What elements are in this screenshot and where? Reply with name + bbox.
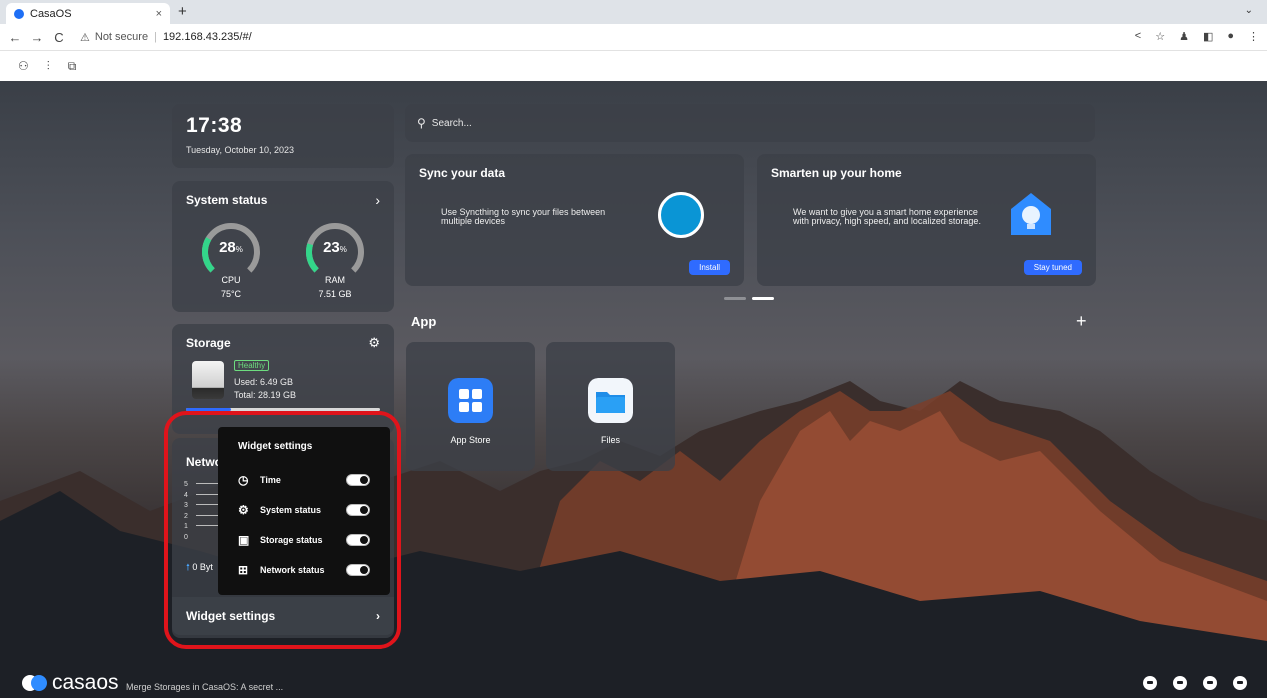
storage-used: Used: 6.49 GB: [234, 377, 294, 387]
cpu-percent: 28%: [219, 239, 243, 256]
search-icon: ⚲: [417, 116, 426, 130]
casaos-mark-icon: [22, 673, 48, 693]
ram-size: 7.51 GB: [318, 289, 352, 299]
system-status-widget: System status › 28% CPU 75°C 23% RAM 7.5…: [172, 181, 394, 312]
promo-title: Sync your data: [419, 166, 506, 180]
back-button[interactable]: ←: [4, 30, 26, 45]
folder-icon: [588, 378, 633, 423]
tab-search-button[interactable]: ⌄: [1245, 5, 1253, 16]
chat-icon[interactable]: [1233, 676, 1247, 690]
stay-tuned-button[interactable]: Stay tuned: [1023, 260, 1082, 275]
smart-home-logo-icon: [1011, 193, 1051, 235]
chevron-right-icon[interactable]: ›: [375, 192, 380, 208]
cpu-gauge: 28% CPU 75°C: [198, 219, 264, 299]
ram-percent: 23%: [323, 239, 347, 256]
terminal-icon[interactable]: ⧉: [68, 59, 77, 74]
pager-dot-active[interactable]: [752, 297, 774, 300]
app-tile-files[interactable]: Files: [546, 342, 675, 471]
app-name: Files: [600, 435, 620, 445]
carousel-pager: [724, 297, 774, 300]
storage-total: Total: 28.19 GB: [234, 390, 297, 400]
url-separator: |: [154, 31, 157, 43]
ram-gauge: 23% RAM 7.51 GB: [302, 219, 368, 299]
profile-avatar-icon[interactable]: ●: [1227, 30, 1234, 43]
browser-menu-icon[interactable]: ⋮: [1248, 30, 1259, 43]
url-field[interactable]: 192.168.43.235/#/: [163, 31, 252, 43]
clock-time: 17:38: [186, 114, 243, 137]
account-icon[interactable]: ⚇: [18, 59, 29, 73]
browser-actions: < ☆ ♟ ◧ ● ⋮: [1135, 30, 1259, 43]
syncthing-logo-icon: [658, 192, 704, 238]
install-button[interactable]: Install: [689, 260, 730, 275]
disk-drive-icon: [192, 361, 224, 399]
address-bar: ← → C ⚠ Not secure | 192.168.43.235/#/ <…: [0, 24, 1267, 51]
cpu-label: CPU: [221, 275, 241, 285]
browser-tab[interactable]: CasaOS ×: [6, 3, 170, 24]
brand-wordmark: casaos: [52, 671, 119, 694]
storage-title: Storage: [186, 336, 231, 350]
time-widget: 17:38 Tuesday, October 10, 2023: [172, 104, 394, 168]
promo-title: Smarten up your home: [771, 166, 902, 180]
sync-promo-card: Sync your data Use Syncthing to sync you…: [405, 154, 744, 286]
tab-title: CasaOS: [30, 7, 72, 20]
forward-button[interactable]: →: [26, 30, 48, 45]
github-icon[interactable]: [1203, 676, 1217, 690]
cpu-temperature: 75°C: [220, 289, 242, 299]
side-panel-icon[interactable]: ◧: [1203, 30, 1213, 43]
promo-text: We want to give you a smart home experie…: [793, 207, 981, 226]
casaos-favicon-icon: [14, 8, 24, 19]
pager-dot[interactable]: [724, 297, 746, 300]
gear-icon[interactable]: ⚙: [368, 335, 380, 351]
share-icon[interactable]: <: [1135, 30, 1141, 43]
news-link[interactable]: Merge Storages in CasaOS: A secret ...: [126, 682, 283, 692]
ram-label: RAM: [325, 275, 345, 285]
annotation-highlight: [164, 411, 401, 649]
smart-home-promo-card: Smarten up your home We want to give you…: [757, 154, 1096, 286]
app-store-icon: [448, 378, 493, 423]
add-app-button[interactable]: +: [1076, 311, 1087, 332]
browser-tabbar: CasaOS × + ⌄: [0, 0, 1267, 24]
promo-text: Use Syncthing to sync your files between…: [441, 207, 606, 226]
health-badge: Healthy: [234, 360, 270, 371]
settings-sliders-icon[interactable]: ⫶: [47, 59, 50, 74]
extensions-icon[interactable]: ♟: [1179, 30, 1189, 43]
search-bar[interactable]: ⚲ Search...: [405, 104, 1095, 142]
bookmark-star-icon[interactable]: ☆: [1155, 30, 1165, 43]
forum-icon[interactable]: [1143, 676, 1157, 690]
footer-social-icons: [1143, 676, 1247, 690]
not-secure-label[interactable]: Not secure: [95, 31, 148, 43]
casaos-desktop: 17:38 Tuesday, October 10, 2023 System s…: [0, 81, 1267, 698]
system-status-title: System status: [186, 193, 268, 207]
search-input[interactable]: Search...: [432, 118, 472, 129]
app-name: App Store: [450, 435, 491, 445]
clock-date: Tuesday, October 10, 2023: [186, 145, 295, 155]
casaos-toolbar: ⚇ ⫶ ⧉: [0, 51, 1267, 81]
new-tab-button[interactable]: +: [178, 3, 187, 20]
warning-icon[interactable]: ⚠: [80, 31, 90, 44]
reload-button[interactable]: C: [48, 30, 70, 45]
close-tab-icon[interactable]: ×: [156, 8, 162, 20]
discord-icon[interactable]: [1173, 676, 1187, 690]
app-section-title: App: [411, 314, 437, 329]
app-tile-app-store[interactable]: App Store: [406, 342, 535, 471]
casaos-logo[interactable]: casaos: [22, 671, 119, 695]
